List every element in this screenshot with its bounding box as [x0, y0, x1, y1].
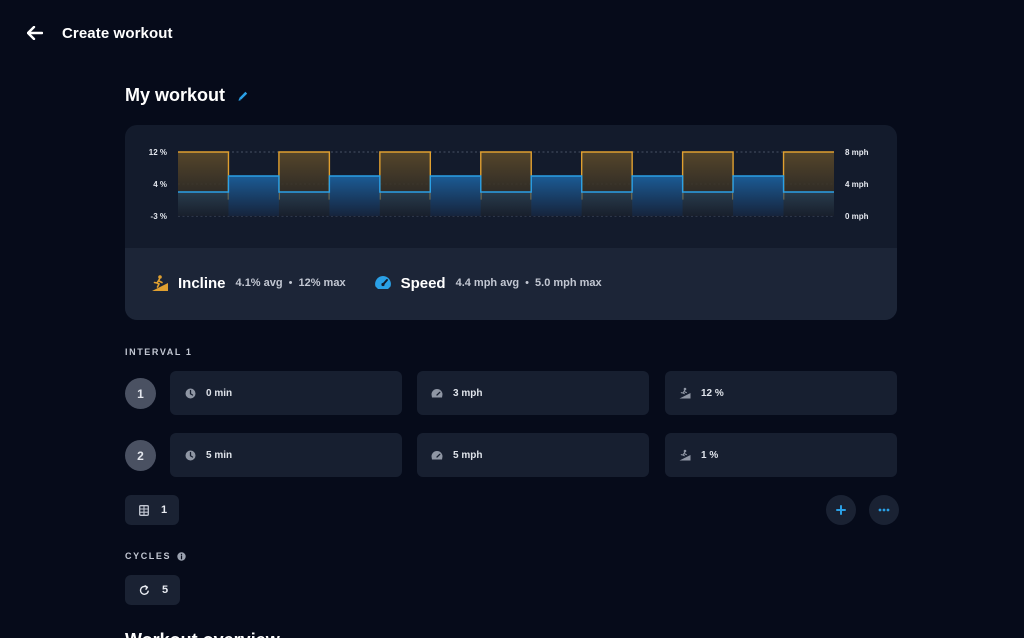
time-value: 0 min [206, 387, 233, 399]
incline-value: 12 % [701, 387, 724, 399]
interval-row-number: 1 [125, 378, 156, 409]
pencil-icon [238, 91, 248, 101]
page-title: Create workout [62, 24, 173, 42]
speed-tick-label: 4 mph [845, 180, 869, 189]
cycles-label-row: CYCLES [125, 551, 186, 561]
time-field[interactable]: 0 min [170, 371, 402, 415]
create-workout-page: Create workout My workout 12 % 4 % -3 % … [0, 0, 1024, 638]
speed-area-segment [278, 192, 330, 216]
speed-avg: 4.4 mph avg [455, 277, 520, 289]
speed-max: 5.0 mph max [535, 277, 602, 289]
incline-small-icon [679, 387, 691, 399]
speed-area-segment [682, 192, 734, 216]
grid-icon [139, 504, 149, 516]
separator-dot: • [288, 277, 293, 289]
speed-area-segment [329, 176, 380, 216]
speed-area-segment [379, 192, 431, 216]
add-interval-button[interactable] [826, 495, 856, 525]
incline-tick-label: 12 % [149, 148, 167, 157]
back-button[interactable] [24, 22, 46, 44]
speed-label: Speed [400, 274, 446, 292]
separator-dot: • [525, 277, 530, 289]
incline-value: 1 % [701, 449, 719, 461]
incline-stat: Incline 4.1% avg • 12% max [151, 274, 346, 292]
workout-title-row: My workout [125, 85, 251, 106]
cycles-button[interactable]: 5 [125, 575, 181, 605]
interval-row-number: 2 [125, 440, 156, 471]
speed-field[interactable]: 5 mph [417, 433, 649, 477]
workout-title: My workout [125, 85, 226, 105]
stats-row: Incline 4.1% avg • 12% max Speed 4.4 mph… [151, 274, 630, 292]
incline-field[interactable]: 12 % [665, 371, 897, 415]
speed-stat: Speed 4.4 mph avg • 5.0 mph max [374, 274, 602, 292]
speed-field[interactable]: 3 mph [417, 371, 649, 415]
workout-chart-card: 12 % 4 % -3 % 8 mph 4 mph 0 mph Incline 4.1% … [125, 125, 897, 320]
incline-max: 12% max [298, 277, 346, 289]
clock-icon [184, 449, 196, 461]
incline-tick-label: 4 % [153, 180, 167, 189]
repeat-icon [139, 584, 149, 595]
cycles-value: 5 [162, 584, 169, 596]
incline-icon [151, 274, 169, 292]
workout-chart: 12 % 4 % -3 % 8 mph 4 mph 0 mph [149, 148, 869, 221]
gauge-icon [431, 449, 443, 461]
time-value: 5 min [206, 449, 233, 461]
incline-small-icon [679, 449, 691, 461]
time-field[interactable]: 5 min [170, 433, 402, 477]
incline-label: Incline [178, 274, 226, 292]
speed-area-segment [733, 176, 784, 216]
speed-area-segment [480, 192, 532, 216]
gauge-icon [431, 387, 443, 399]
repeat-count: 1 [161, 504, 168, 516]
speed-area-segment [783, 192, 834, 216]
speedometer-icon [374, 274, 392, 292]
speed-value: 5 mph [453, 449, 483, 461]
speed-tick-label: 0 mph [845, 212, 869, 221]
back-arrow-icon [27, 26, 43, 40]
speed-tick-label: 8 mph [845, 148, 869, 157]
incline-avg: 4.1% avg [235, 277, 283, 289]
incline-tick-label: -3 % [151, 212, 167, 221]
clock-icon [184, 387, 196, 399]
speed-area-segment [581, 192, 633, 216]
more-icon [878, 508, 890, 512]
speed-area-segment [531, 176, 582, 216]
info-icon[interactable] [177, 551, 186, 561]
speed-area-segment [430, 176, 481, 216]
edit-title-button[interactable] [235, 88, 251, 104]
incline-field[interactable]: 1 % [665, 433, 897, 477]
repeat-count-button[interactable]: 1 [125, 495, 180, 525]
top-bar: Create workout [24, 22, 173, 44]
speed-area-segment [228, 176, 279, 216]
speed-area-segment [178, 192, 229, 216]
speed-area-segment [632, 176, 683, 216]
cycles-label: CYCLES [125, 551, 172, 561]
speed-value: 3 mph [453, 387, 483, 399]
interval-label: INTERVAL 1 [125, 347, 193, 357]
more-options-button[interactable] [869, 495, 899, 525]
plus-icon [836, 505, 846, 515]
workout-overview-heading: Workout overview [125, 630, 280, 638]
